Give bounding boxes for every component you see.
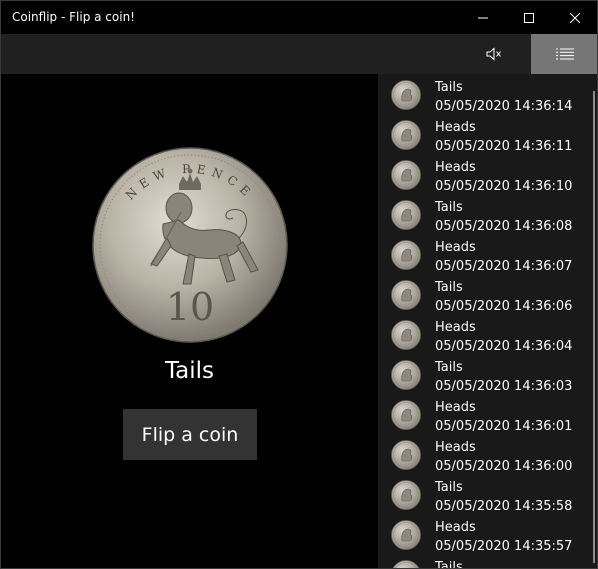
history-list-item[interactable]: Heads 05/05/2020 14:36:01 [378,397,597,437]
coin-denomination: 10 [166,285,214,329]
history-timestamp: 05/05/2020 14:36:11 [435,139,573,154]
history-list-item[interactable]: Heads 05/05/2020 14:36:00 [378,437,597,477]
speaker-muted-icon [486,47,501,61]
history-list-item[interactable]: Heads 05/05/2020 14:35:57 [378,517,597,557]
minimize-icon [478,17,488,18]
coin-thumbnail-icon [391,520,421,550]
flip-result-label: Tails [164,358,215,384]
history-result: Tails [435,200,463,215]
mute-button[interactable] [471,34,517,74]
history-result: Tails [435,280,463,295]
history-list-item[interactable]: Tails 05/05/2020 14:36:14 [378,77,597,117]
history-toggle-button[interactable] [531,34,597,74]
history-result: Tails [435,480,463,495]
coin-thumbnail-icon [391,280,421,310]
history-timestamp: 05/05/2020 14:36:08 [435,219,573,234]
coin-thumbnail-icon [391,80,421,110]
coin-thumbnail-icon [391,240,421,270]
history-timestamp: 05/05/2020 14:36:03 [435,379,573,394]
history-result: Tails [435,560,463,569]
history-result: Tails [435,80,463,95]
history-list-item[interactable]: Heads 05/05/2020 14:36:07 [378,237,597,277]
coin-image[interactable]: NEW PENCE [91,146,289,344]
history-result: Heads [435,400,476,415]
coin-thumbnail-icon [391,120,421,150]
history-result: Heads [435,440,476,455]
history-result: Heads [435,320,476,335]
coin-thumbnail-icon [392,560,420,568]
history-list-item[interactable]: Tails 05/05/2020 14:36:08 [378,197,597,237]
minimize-button[interactable] [460,1,506,34]
coin-thumbnail-icon [391,320,421,350]
history-result: Heads [435,160,476,175]
history-timestamp: 05/05/2020 14:36:00 [435,459,573,474]
history-timestamp: 05/05/2020 14:36:06 [435,299,573,314]
app-window: Coinflip - Flip a coin! NEW ENCE 10 Tail… [0,0,598,569]
history-list[interactable]: Tails 05/05/2020 14:36:14 Heads 05/05/2020 … [378,74,597,569]
coin-flip-panel: NEW PENCE [1,74,378,568]
list-icon [556,48,574,60]
coin-thumbnail-icon [391,200,421,230]
maximize-icon [524,12,534,23]
history-result: Heads [435,240,476,255]
window-title: Coinflip - Flip a coin! [12,10,135,24]
history-timestamp: 05/05/2020 14:35:57 [435,539,573,554]
close-button[interactable] [552,1,597,34]
history-timestamp: 05/05/2020 14:36:04 [435,339,573,354]
history-list-item[interactable]: Heads 05/05/2020 14:36:11 [378,117,597,157]
flip-coin-button[interactable]: Flip a coin [123,409,257,460]
coin-thumbnail-icon [391,480,421,510]
history-list-item[interactable]: Tails 05/05/2020 14:36:06 [378,277,597,317]
close-icon [570,12,580,23]
history-timestamp: 05/05/2020 14:36:14 [435,99,573,114]
ten-pence-tails-coin: NEW PENCE [92,147,288,343]
coin-thumbnail-icon [391,160,421,190]
history-list-item[interactable]: Tails 05/05/2020 14:36:03 [378,357,597,397]
history-result: Heads [435,120,476,135]
history-list-item[interactable]: Heads 05/05/2020 14:36:10 [378,157,597,197]
history-list-item[interactable]: Tails [378,557,597,569]
coin-thumbnail-icon [391,360,421,390]
history-timestamp: 05/05/2020 14:36:10 [435,179,573,194]
history-timestamp: 05/05/2020 14:35:58 [435,499,573,514]
history-list-item[interactable]: Heads 05/05/2020 14:36:04 [378,317,597,357]
history-timestamp: 05/05/2020 14:36:01 [435,419,573,434]
coin-thumbnail-icon [391,440,421,470]
title-bar: Coinflip - Flip a coin! [1,1,597,34]
history-result: Tails [435,360,463,375]
history-result: Heads [435,520,476,535]
history-scrollbar[interactable] [593,91,595,563]
history-timestamp: 05/05/2020 14:36:07 [435,259,573,274]
coin-thumbnail-icon [391,400,421,430]
maximize-button[interactable] [506,1,552,34]
history-list-item[interactable]: Tails 05/05/2020 14:35:58 [378,477,597,517]
